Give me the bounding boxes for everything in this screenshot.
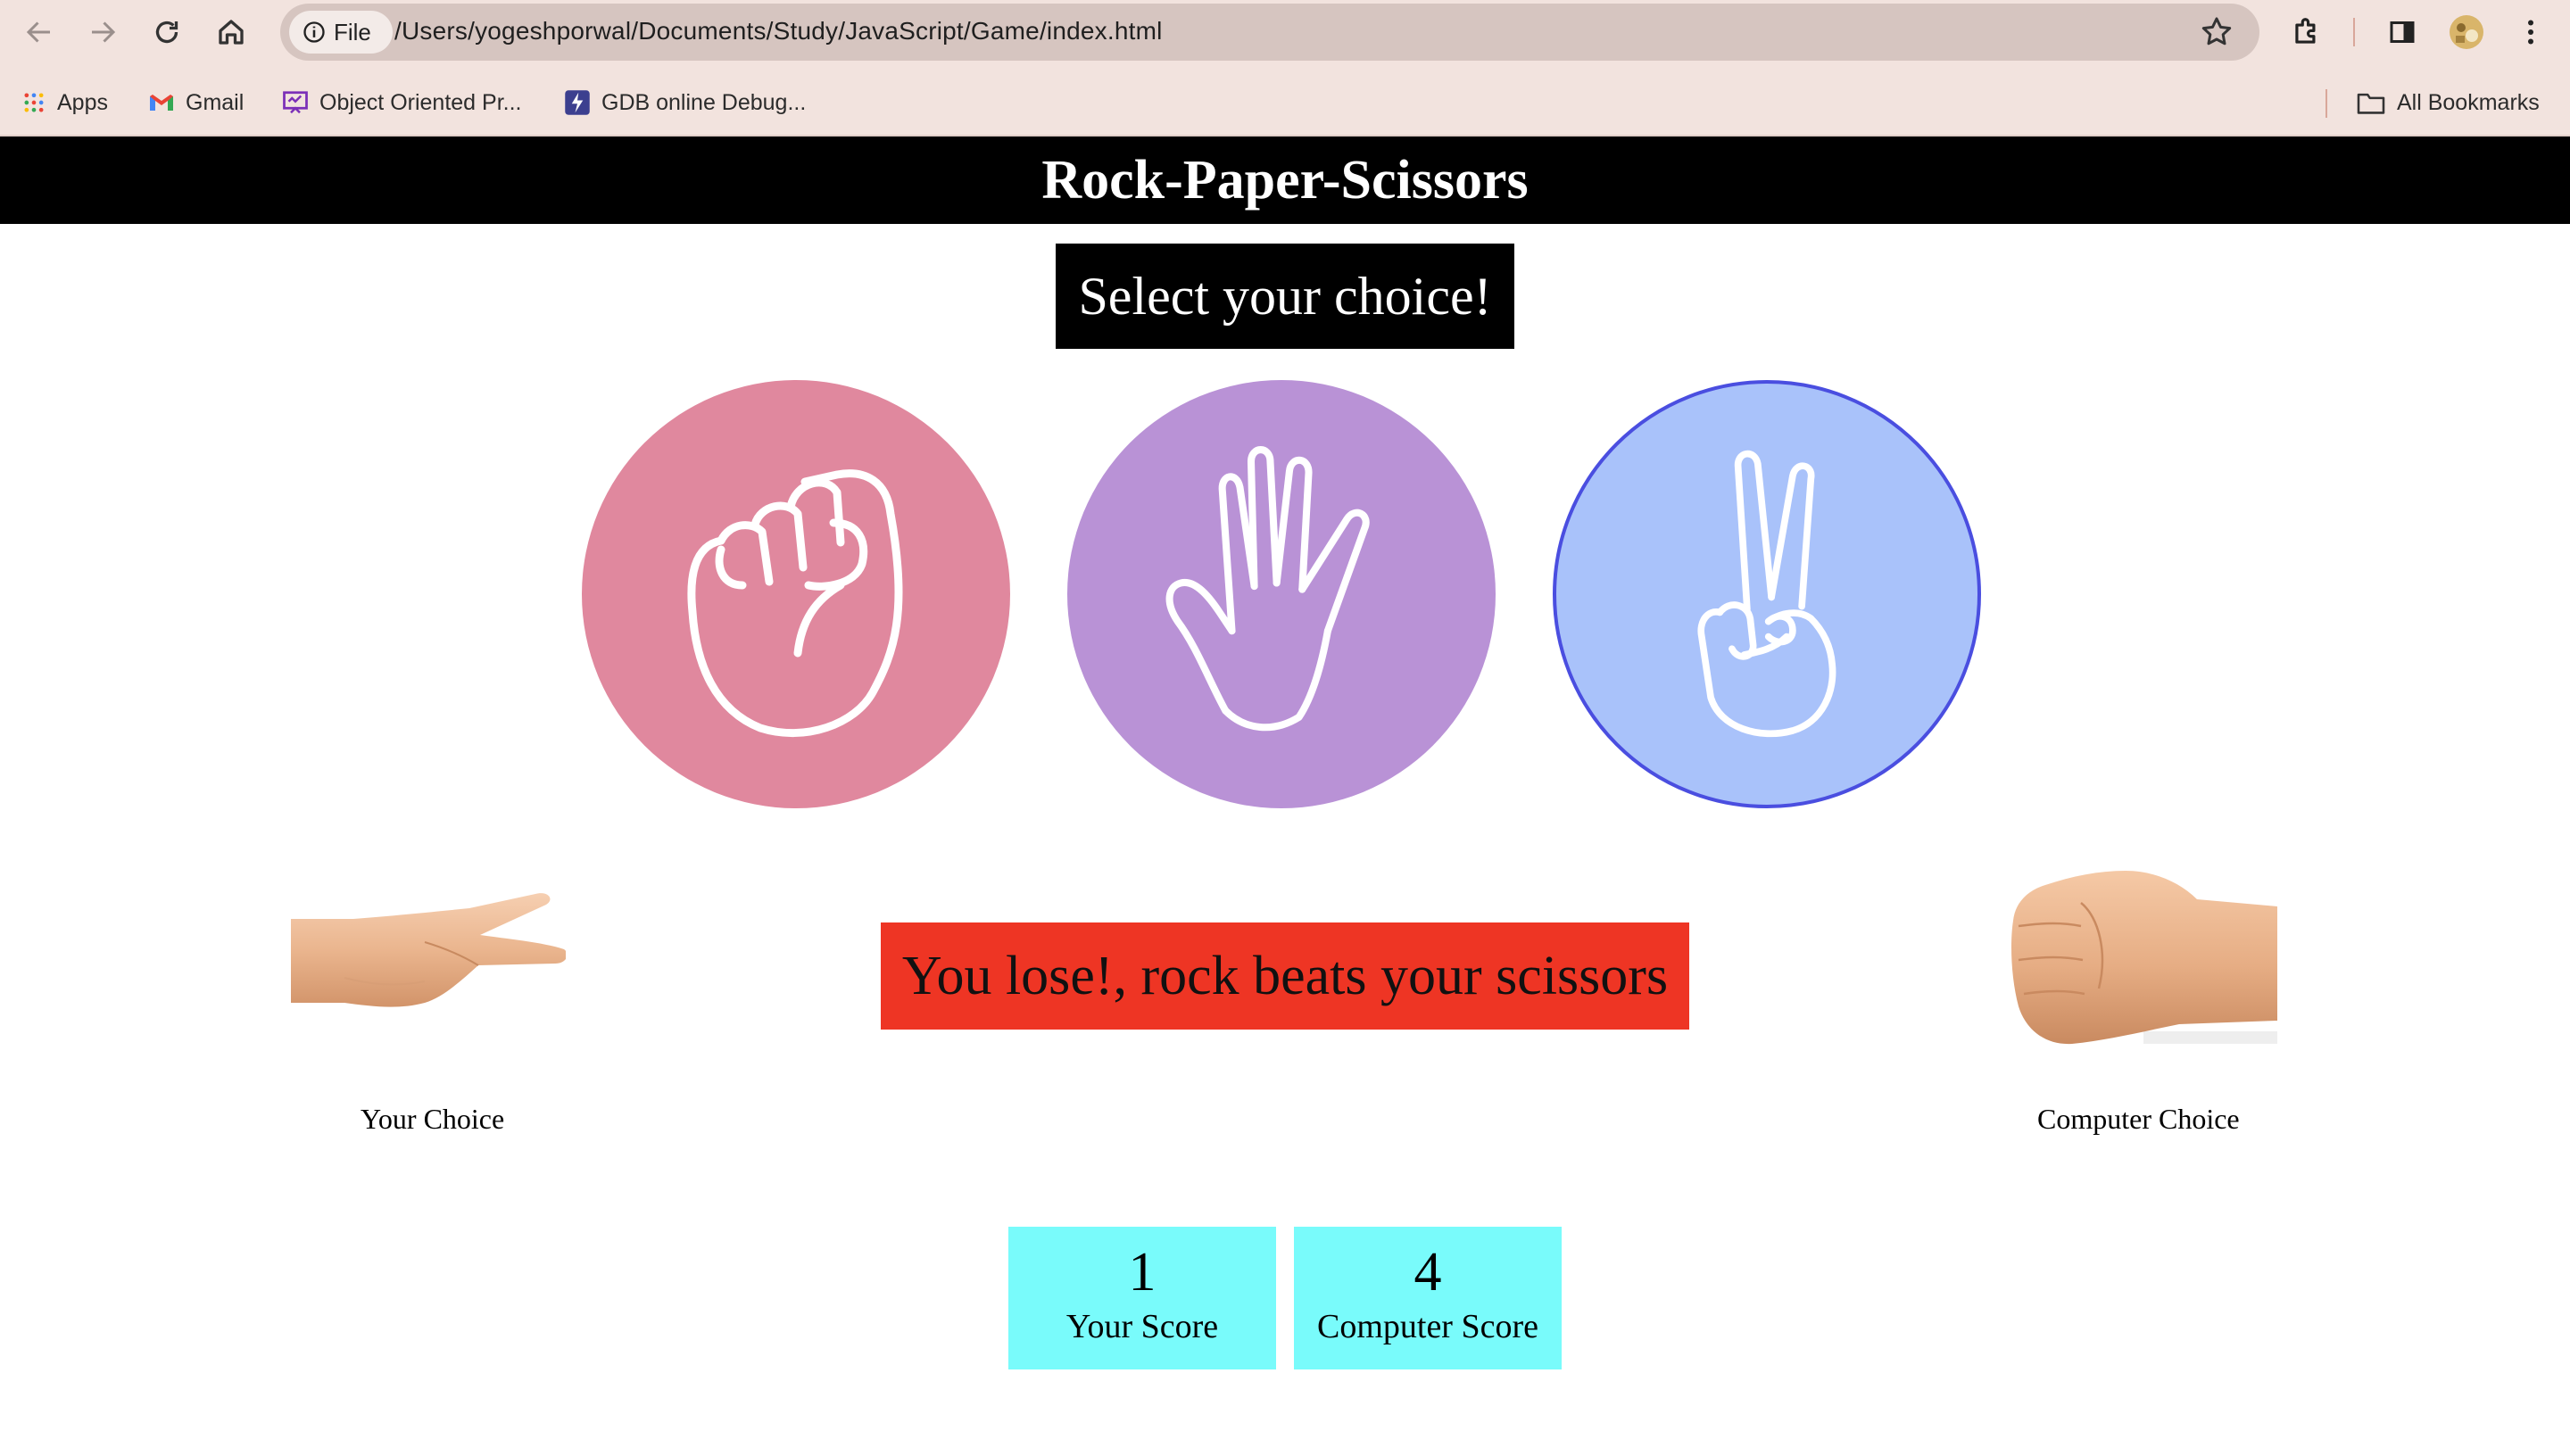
open-hand-icon xyxy=(1165,446,1370,732)
bookmark-gdb-online[interactable]: GDB online Debug... xyxy=(564,86,806,120)
arrow-left-icon xyxy=(26,21,50,43)
bookmark-star-icon[interactable] xyxy=(2199,14,2234,50)
profile-avatar[interactable] xyxy=(2447,12,2486,52)
puzzle-icon xyxy=(2295,18,2316,44)
page-title: Rock-Paper-Scissors xyxy=(1041,149,1529,211)
gmail-icon xyxy=(150,95,173,111)
scissors-choice[interactable] xyxy=(1553,380,1981,808)
peace-hand-icon xyxy=(1697,450,1836,738)
computer-choice-image xyxy=(2011,871,2277,1045)
your-choice-label: Your Choice xyxy=(361,1103,505,1135)
site-info-chip[interactable]: File xyxy=(289,11,393,54)
bookmark-apps[interactable]: Apps xyxy=(21,86,108,120)
result-message: You lose!, rock beats your scissors xyxy=(881,922,1689,1030)
bookmark-label: Object Oriented Pr... xyxy=(319,89,522,115)
address-bar[interactable]: File /Users/yogeshporwal/Documents/Study… xyxy=(280,4,2259,61)
apps-grid-icon xyxy=(24,93,44,112)
avatar-icon xyxy=(2450,15,2483,49)
arrow-right-icon xyxy=(92,21,116,43)
user-score-label: Your Score xyxy=(1065,1308,1219,1345)
forward-button[interactable] xyxy=(83,12,122,52)
back-button[interactable] xyxy=(20,12,59,52)
computer-score-label: Computer Score xyxy=(1316,1308,1538,1345)
user-score-box: 1 Your Score xyxy=(1008,1227,1276,1369)
browser-menu-button[interactable] xyxy=(2511,12,2550,52)
presentation-icon xyxy=(283,91,308,114)
site-chip-label: File xyxy=(334,18,371,46)
computer-score: 4 xyxy=(1414,1242,1442,1303)
all-bookmarks[interactable]: All Bookmarks xyxy=(2356,86,2540,120)
computer-score-box: 4 Computer Score xyxy=(1294,1227,1562,1369)
prompt-message: Select your choice! xyxy=(1056,244,1514,349)
side-panel-button[interactable] xyxy=(2383,12,2422,52)
bookmark-object-oriented[interactable]: Object Oriented Pr... xyxy=(282,86,522,120)
folder-icon xyxy=(2357,93,2385,114)
rock-choice[interactable] xyxy=(582,380,1010,808)
fist-icon xyxy=(687,469,903,738)
extensions-button[interactable] xyxy=(2287,12,2326,52)
bookmark-label: GDB online Debug... xyxy=(601,89,807,115)
bookmark-label: Apps xyxy=(57,89,108,115)
computer-choice-label: Computer Choice xyxy=(2037,1103,2240,1135)
home-button[interactable] xyxy=(211,12,251,52)
user-score: 1 xyxy=(1128,1242,1156,1303)
page-header: Rock-Paper-Scissors xyxy=(0,136,2570,224)
all-bookmarks-label: All Bookmarks xyxy=(2397,89,2540,115)
gdb-icon xyxy=(565,90,590,115)
home-icon xyxy=(219,20,244,45)
paper-choice[interactable] xyxy=(1067,380,1496,808)
info-icon xyxy=(303,21,325,43)
url-text[interactable]: /Users/yogeshporwal/Documents/Study/Java… xyxy=(394,17,1163,46)
reload-button[interactable] xyxy=(147,12,187,52)
toolbar-divider xyxy=(2353,18,2355,46)
bookmarks-divider xyxy=(2325,89,2327,118)
reload-icon xyxy=(155,21,178,44)
your-choice-image xyxy=(291,893,566,1007)
browser-chrome: File /Users/yogeshporwal/Documents/Study… xyxy=(0,0,2570,136)
bookmark-gmail[interactable]: Gmail xyxy=(148,86,244,120)
bookmarks-bar: Apps Gmail Object Oriented Pr... GDB onl… xyxy=(0,80,2570,125)
bookmark-label: Gmail xyxy=(186,89,245,115)
kebab-menu-icon xyxy=(2528,20,2533,45)
side-panel-icon xyxy=(2390,21,2415,43)
